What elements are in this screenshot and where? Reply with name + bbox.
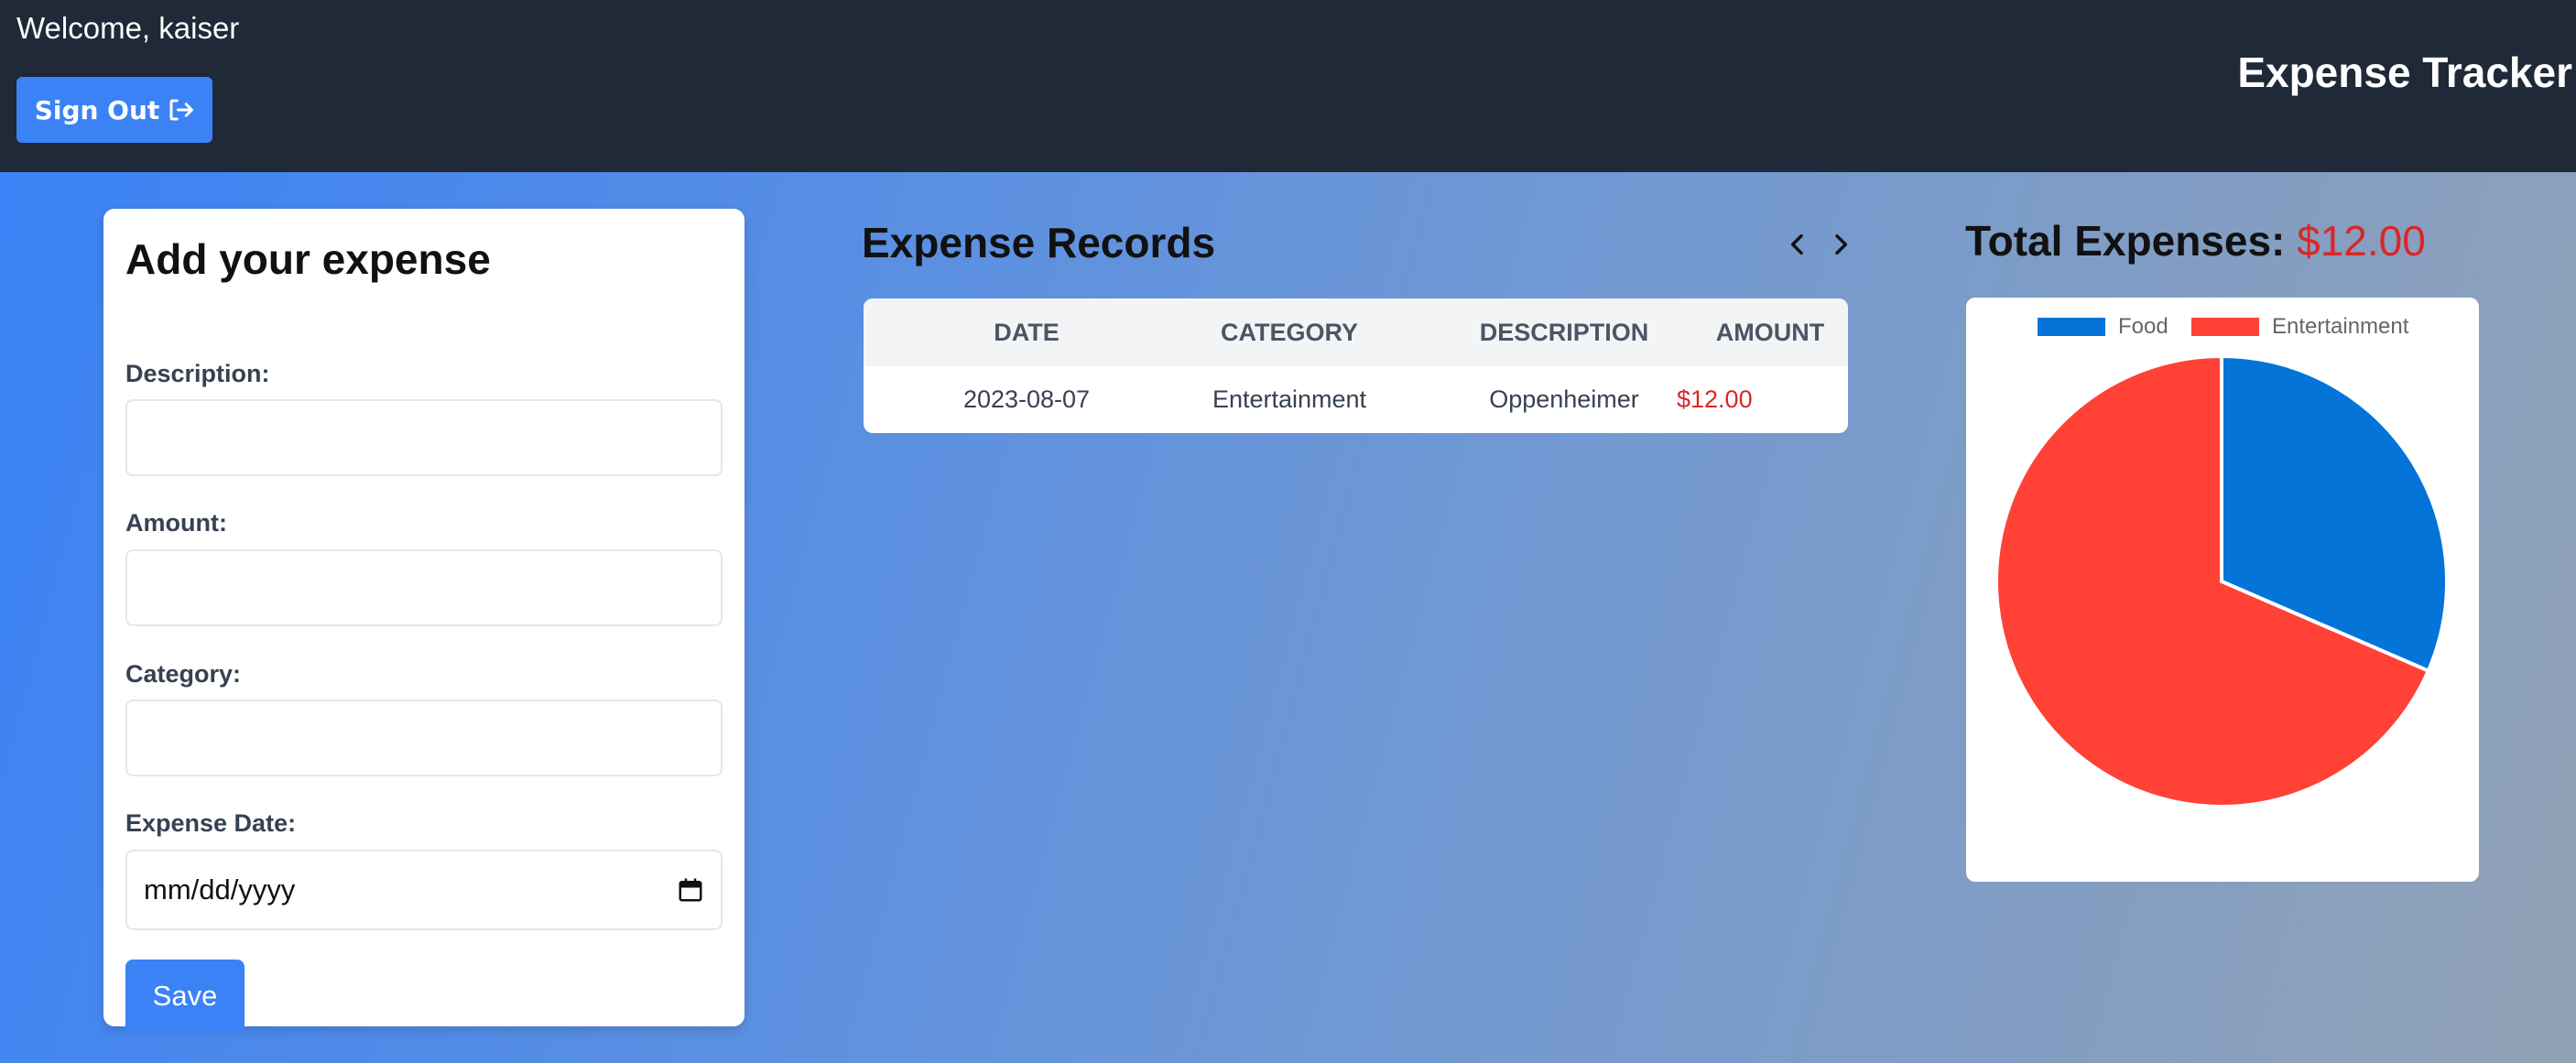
total-amount: $12.00: [2297, 217, 2426, 265]
total-expenses-heading: Total Expenses: $12.00: [1965, 216, 2426, 266]
category-input[interactable]: [125, 700, 723, 776]
row-category: Entertainment: [1212, 385, 1367, 413]
sign-out-icon: [169, 99, 194, 121]
chevron-right-icon: [1835, 233, 1848, 255]
legend-label: Entertainment: [2272, 314, 2409, 339]
legend-item-food[interactable]: Food: [2038, 314, 2168, 339]
column-header-amount: AMOUNT: [1715, 319, 1825, 346]
legend-swatch: [2038, 318, 2105, 336]
calendar-icon[interactable]: [677, 876, 704, 904]
expense-table: DATE CATEGORY DESCRIPTION AMOUNT 2023-08…: [864, 298, 1848, 433]
legend-item-entertainment[interactable]: Entertainment: [2191, 314, 2409, 339]
column-header-date: DATE: [994, 319, 1060, 346]
total-label: Total Expenses:: [1965, 217, 2286, 265]
expense-date-input[interactable]: mm/dd/yyyy: [125, 850, 723, 930]
records-title: Expense Records: [862, 219, 1216, 266]
description-label: Description:: [125, 360, 270, 387]
amount-input[interactable]: [125, 549, 723, 626]
column-header-description: DESCRIPTION: [1479, 319, 1649, 346]
next-page-button[interactable]: [1822, 222, 1859, 267]
amount-label: Amount:: [125, 509, 227, 537]
app-title: Expense Tracker: [2237, 49, 2572, 96]
welcome-text: Welcome, kaiser: [16, 11, 240, 45]
pie-chart-svg: Food Entertainment: [1994, 314, 2449, 808]
app-header: Welcome, kaiser Sign Out Expense Tracker: [0, 0, 2576, 172]
chevron-left-icon: [1790, 233, 1803, 255]
description-input[interactable]: [125, 399, 723, 476]
column-header-category: CATEGORY: [1220, 319, 1358, 346]
table-header: DATE CATEGORY DESCRIPTION AMOUNT: [864, 298, 1848, 366]
legend-swatch: [2191, 318, 2259, 336]
sign-out-label: Sign Out: [34, 94, 160, 125]
add-expense-form: Add your expense Description: Amount: Ca…: [103, 209, 745, 1033]
form-heading: Add your expense: [125, 235, 491, 283]
save-button[interactable]: Save: [125, 960, 245, 1033]
prev-page-button[interactable]: [1779, 222, 1816, 267]
row-date: 2023-08-07: [962, 385, 1091, 413]
expense-pie-chart: Food Entertainment: [1966, 298, 2479, 882]
row-amount: $12.00: [1677, 385, 1753, 413]
row-description: Oppenheimer: [1489, 385, 1639, 413]
legend-label: Food: [2118, 314, 2168, 339]
main-content: Add your expense Description: Amount: Ca…: [0, 172, 2576, 1063]
sign-out-button[interactable]: Sign Out: [16, 77, 212, 143]
category-label: Category:: [125, 660, 242, 688]
date-placeholder: mm/dd/yyyy: [144, 873, 296, 906]
expense-date-label: Expense Date:: [125, 809, 297, 837]
